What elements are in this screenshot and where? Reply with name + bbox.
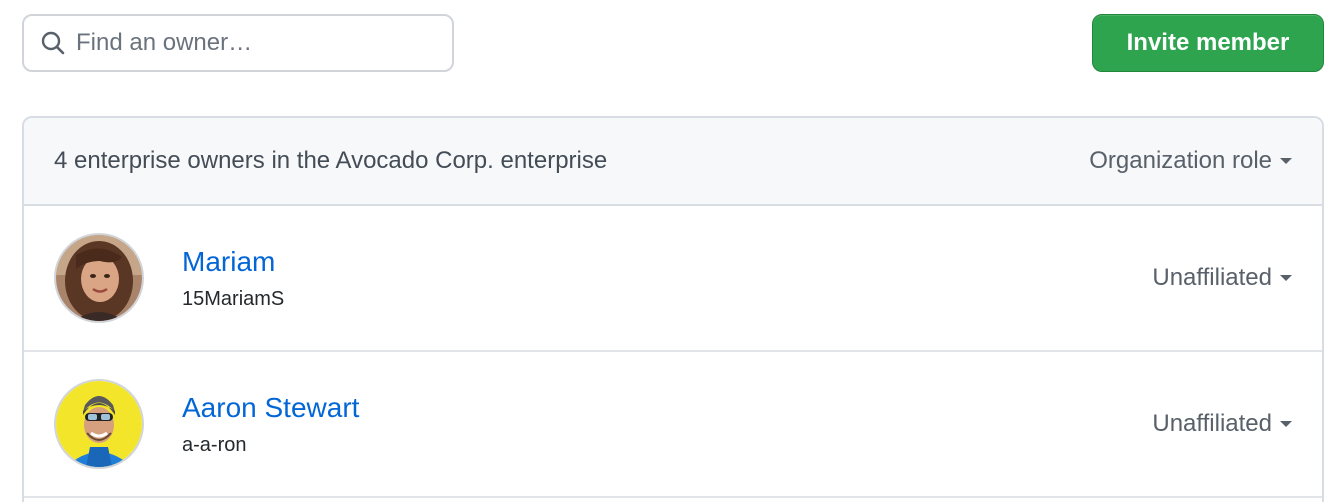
avatar-photo-aaron [56,381,142,467]
member-row: Mariam 15MariamS Unaffiliated [24,206,1322,352]
caret-down-icon [1280,275,1292,281]
avatar[interactable] [54,379,144,469]
member-name-link[interactable]: Mariam [182,245,284,279]
member-role-label: Unaffiliated [1152,264,1272,291]
caret-down-icon [1280,421,1292,427]
avatar-photo-mariam [56,235,142,321]
member-role-dropdown[interactable]: Unaffiliated [1152,410,1292,438]
owners-panel: 4 enterprise owners in the Avocado Corp.… [22,116,1324,502]
organization-role-dropdown[interactable]: Organization role [1089,147,1292,175]
organization-role-label: Organization role [1089,147,1272,174]
member-login: a-a-ron [182,434,247,456]
search-icon [38,28,68,58]
panel-header: 4 enterprise owners in the Avocado Corp.… [24,118,1322,206]
member-row: Aaron Stewart a-a-ron Unaffiliated [24,352,1322,498]
owners-count-text: 4 enterprise owners in the Avocado Corp.… [54,147,608,174]
caret-down-icon [1280,158,1292,164]
member-role-label: Unaffiliated [1152,410,1272,437]
search-input[interactable] [76,29,436,57]
member-role-dropdown[interactable]: Unaffiliated [1152,264,1292,292]
member-login: 15MariamS [182,288,285,310]
invite-member-button[interactable]: Invite member [1092,14,1324,72]
avatar[interactable] [54,233,144,323]
member-name-link[interactable]: Aaron Stewart [182,391,359,425]
search-box[interactable] [22,14,454,72]
